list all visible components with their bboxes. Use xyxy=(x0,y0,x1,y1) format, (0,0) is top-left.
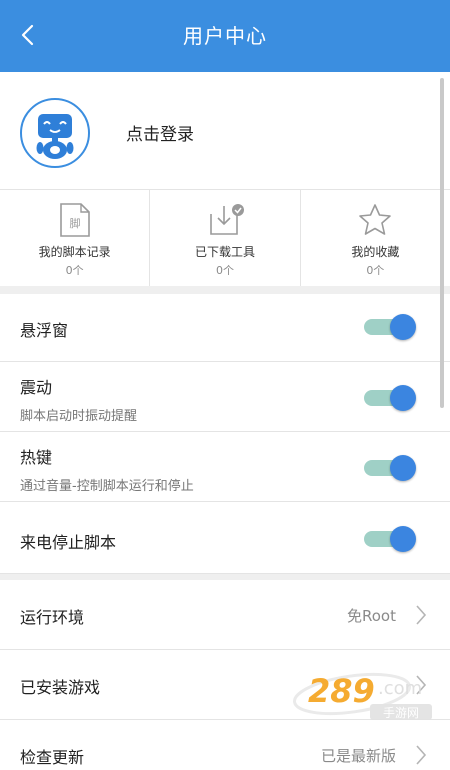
svg-text:.com: .com xyxy=(378,678,422,699)
stat-count: 0个 xyxy=(65,264,84,277)
stat-downloaded-tools[interactable]: 已下载工具 0个 xyxy=(150,190,301,286)
app-header: 用户中心 xyxy=(0,0,450,72)
vibration-toggle[interactable] xyxy=(364,385,416,411)
chevron-right-icon xyxy=(414,604,428,630)
stat-count: 0个 xyxy=(366,264,385,277)
stat-count: 0个 xyxy=(215,264,234,277)
avatar[interactable] xyxy=(20,98,90,168)
stat-favorites[interactable]: 我的收藏 0个 xyxy=(301,190,450,286)
toggle-knob xyxy=(390,526,416,552)
hotkey-toggle[interactable] xyxy=(364,455,416,481)
nav-label: 检查更新 xyxy=(20,748,85,767)
nav-runtime-environment[interactable]: 运行环境 免Root xyxy=(0,580,450,650)
toggle-knob xyxy=(390,314,416,340)
setting-description: 脚本启动时振动提醒 xyxy=(20,409,138,424)
stat-label: 我的收藏 xyxy=(351,245,400,259)
stat-label: 我的脚本记录 xyxy=(38,245,111,259)
robot-avatar-icon xyxy=(36,114,74,159)
stat-label: 已下载工具 xyxy=(194,245,255,259)
nav-label: 运行环境 xyxy=(20,608,85,627)
star-icon xyxy=(357,202,393,242)
page-title: 用户中心 xyxy=(183,24,267,48)
download-tray-icon xyxy=(205,202,245,242)
profile-section: 点击登录 xyxy=(0,72,450,190)
site-watermark-logo: 289 .com 手游网 xyxy=(290,660,440,730)
svg-text:脚: 脚 xyxy=(69,216,80,230)
section-divider xyxy=(0,286,450,294)
setting-vibration: 震动 脚本启动时振动提醒 xyxy=(0,362,450,432)
toggle-knob xyxy=(390,385,416,411)
stat-my-scripts[interactable]: 脚 我的脚本记录 0个 xyxy=(0,190,151,286)
login-link[interactable]: 点击登录 xyxy=(126,120,194,145)
nav-label: 已安装游戏 xyxy=(20,678,101,697)
scrollbar[interactable] xyxy=(440,78,444,408)
svg-text:289: 289 xyxy=(308,672,375,710)
setting-label: 悬浮窗 xyxy=(20,321,69,340)
setting-label: 热键 xyxy=(20,448,53,467)
setting-description: 通过音量-控制脚本运行和停止 xyxy=(20,479,194,494)
nav-value: 已是最新版 xyxy=(320,747,396,765)
nav-value: 免Root xyxy=(347,607,396,625)
setting-stop-on-call: 来电停止脚本 xyxy=(0,502,450,574)
svg-text:手游网: 手游网 xyxy=(383,706,419,720)
chevron-right-icon xyxy=(414,744,428,770)
toggle-knob xyxy=(390,455,416,481)
setting-floating-window: 悬浮窗 xyxy=(0,294,450,362)
setting-hotkey: 热键 通过音量-控制脚本运行和停止 xyxy=(0,432,450,502)
floating-window-toggle[interactable] xyxy=(364,314,416,340)
setting-label: 震动 xyxy=(20,378,53,397)
script-doc-icon: 脚 xyxy=(58,202,92,242)
stats-bar: 脚 我的脚本记录 0个 已下载工具 0个 我的收藏 0个 xyxy=(0,190,450,286)
stop-on-call-toggle[interactable] xyxy=(364,526,416,552)
setting-label: 来电停止脚本 xyxy=(20,533,117,552)
